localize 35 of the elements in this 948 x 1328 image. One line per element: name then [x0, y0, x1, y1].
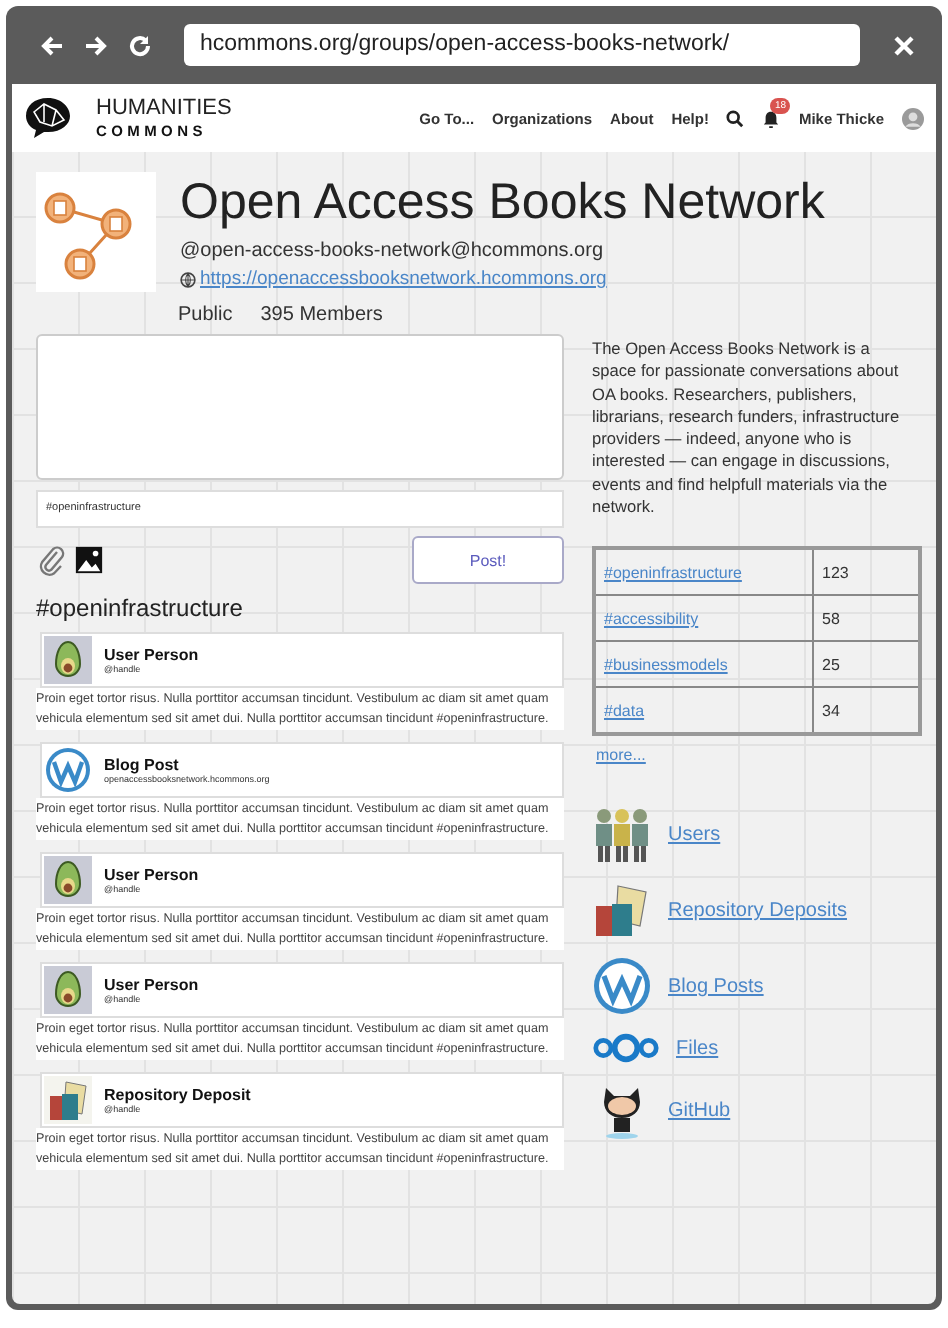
members-count[interactable]: 395 Members	[260, 304, 383, 326]
feed-item-title: User Person	[104, 645, 199, 664]
bell-icon[interactable]	[762, 109, 781, 127]
wordpress-icon	[592, 956, 652, 1017]
avocado-icon	[44, 636, 92, 684]
group-logo	[36, 172, 156, 292]
rings-icon	[592, 1032, 660, 1065]
wordpress-icon	[44, 746, 92, 794]
feed-item-title: Repository Deposit	[104, 1085, 251, 1104]
group-title: Open Access Books Network	[180, 172, 825, 232]
feed-heading: #openinfrastructure	[36, 594, 245, 622]
back-icon[interactable]	[40, 33, 64, 57]
address-bar[interactable]: hcommons.org/groups/open-access-books-network/	[184, 24, 860, 66]
feed-item-title: User Person	[104, 975, 199, 994]
group-description: The Open Access Books Network is a space for passionate conversations about OA books. Researchers, publishers, librarians, research funders, infrastructure providers — indeed, anyone who is interested — can engage in discussions, events and find helpfull materials via the network.	[592, 338, 902, 519]
people-icon	[592, 804, 652, 865]
avocado-icon	[44, 856, 92, 904]
reload-icon[interactable]	[128, 33, 152, 57]
forward-icon[interactable]	[84, 33, 108, 57]
feed-item-title: Blog Post	[104, 755, 181, 774]
books-icon	[592, 880, 652, 941]
logo-icon[interactable]	[24, 96, 72, 140]
paperclip-icon[interactable]	[36, 544, 66, 576]
globe-icon	[180, 271, 196, 287]
image-icon[interactable]	[74, 544, 104, 576]
avocado-icon	[44, 966, 92, 1014]
logo-text: HUMANITIES	[96, 97, 232, 120]
group-email: @open-access-books-network@hcommons.org	[180, 240, 605, 262]
visibility-label: Public	[178, 304, 233, 326]
books-icon	[44, 1076, 92, 1124]
close-icon[interactable]	[892, 33, 916, 57]
search-icon[interactable]	[726, 109, 745, 127]
avatar-icon[interactable]	[902, 107, 924, 129]
feed-item-title: User Person	[104, 865, 199, 884]
post-button[interactable]: Post!	[412, 536, 564, 584]
